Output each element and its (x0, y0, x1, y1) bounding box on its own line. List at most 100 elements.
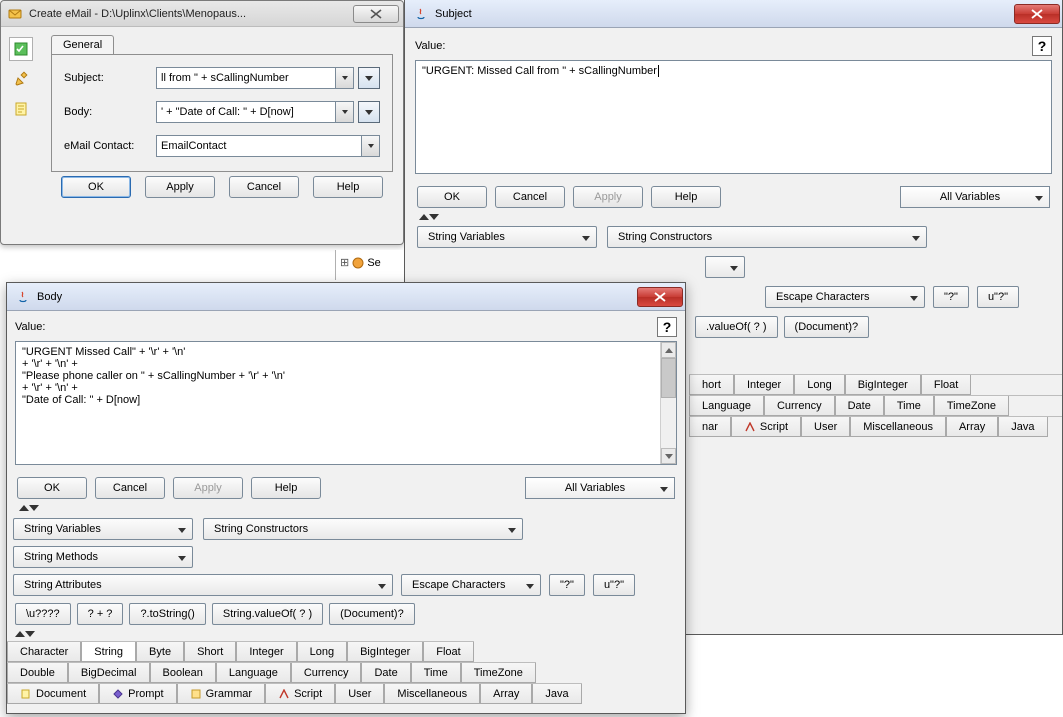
body-combo[interactable] (156, 101, 354, 123)
tab-grammar-partial[interactable]: nar (689, 417, 731, 437)
ok-button[interactable]: OK (417, 186, 487, 208)
expand-collapse-icon[interactable] (13, 629, 679, 639)
help-button[interactable]: Help (313, 176, 383, 198)
titlebar[interactable]: Create eMail - D:\Uplinx\Clients\Menopau… (1, 1, 403, 27)
tab-java[interactable]: Java (532, 684, 581, 704)
tab-time[interactable]: Time (884, 396, 934, 416)
tab-integer[interactable]: Integer (236, 642, 296, 662)
tab-biginteger[interactable]: BigInteger (845, 375, 921, 395)
all-variables-combo[interactable]: All Variables (900, 186, 1050, 208)
expand-collapse-icon[interactable] (15, 503, 677, 513)
help-icon[interactable]: ? (1032, 36, 1052, 56)
expand-body-button[interactable] (358, 101, 380, 123)
subject-input[interactable] (156, 67, 336, 89)
tab-general[interactable]: General (51, 35, 114, 54)
tab-script[interactable]: Script (265, 684, 335, 704)
tab-time[interactable]: Time (411, 663, 461, 683)
apply-button[interactable]: Apply (145, 176, 215, 198)
string-variables-drop[interactable]: String Variables (13, 518, 193, 540)
help-button[interactable]: Help (651, 186, 721, 208)
tab-currency[interactable]: Currency (291, 663, 362, 683)
scroll-up-icon[interactable] (661, 342, 676, 358)
tab-array[interactable]: Array (480, 684, 532, 704)
expand-subject-button[interactable] (358, 67, 380, 89)
tab-bigdecimal[interactable]: BigDecimal (68, 663, 150, 683)
string-valueof-button[interactable]: String.valueOf( ? ) (212, 603, 323, 625)
email-contact-combo[interactable] (156, 135, 380, 157)
string-methods-drop[interactable]: String Methods (13, 546, 193, 568)
close-button[interactable] (353, 5, 399, 23)
tostring-button[interactable]: ?.toString() (129, 603, 205, 625)
document-button[interactable]: (Document)? (784, 316, 870, 338)
rules-icon[interactable] (9, 37, 33, 61)
plus-button[interactable]: ? + ? (77, 603, 124, 625)
tab-script[interactable]: Script (731, 417, 801, 437)
document-button[interactable]: (Document)? (329, 603, 415, 625)
quoted-q-button[interactable]: "?" (549, 574, 585, 596)
tab-language[interactable]: Language (689, 396, 764, 416)
tab-date[interactable]: Date (835, 396, 884, 416)
tab-biginteger[interactable]: BigInteger (347, 642, 423, 662)
chevron-down-icon[interactable] (336, 67, 354, 89)
tab-date[interactable]: Date (361, 663, 410, 683)
string-variables-drop[interactable]: String Variables (417, 226, 597, 248)
cancel-button[interactable]: Cancel (95, 477, 165, 499)
unicode-button[interactable]: \u???? (15, 603, 71, 625)
scroll-thumb[interactable] (661, 358, 676, 398)
apply-button[interactable]: Apply (573, 186, 643, 208)
quoted-q-button[interactable]: "?" (933, 286, 969, 308)
value-of-button[interactable]: .valueOf( ? ) (695, 316, 778, 338)
tab-miscellaneous[interactable]: Miscellaneous (850, 417, 946, 437)
tab-long[interactable]: Long (297, 642, 347, 662)
tab-timezone[interactable]: TimeZone (461, 663, 536, 683)
tab-document[interactable]: Document (7, 684, 99, 704)
apply-button[interactable]: Apply (173, 477, 243, 499)
tab-character[interactable]: Character (7, 642, 81, 662)
u-quoted-q-button[interactable]: u"?" (977, 286, 1019, 308)
edit-icon[interactable] (9, 67, 33, 91)
tab-user[interactable]: User (801, 417, 850, 437)
tab-float[interactable]: Float (921, 375, 971, 395)
escape-characters-drop[interactable]: Escape Characters (765, 286, 925, 308)
scrollbar[interactable] (660, 342, 676, 464)
tiny-drop[interactable] (705, 256, 745, 278)
tab-grammar[interactable]: Grammar (177, 684, 265, 704)
subject-value-textarea[interactable]: "URGENT: Missed Call from " + sCallingNu… (415, 60, 1052, 174)
close-button[interactable] (637, 287, 683, 307)
help-icon[interactable]: ? (657, 317, 677, 337)
titlebar[interactable]: Subject (405, 0, 1062, 28)
tab-user[interactable]: User (335, 684, 384, 704)
tab-array[interactable]: Array (946, 417, 998, 437)
email-contact-input[interactable] (156, 135, 362, 157)
tree-item-label[interactable]: Se (367, 257, 380, 269)
chevron-down-icon[interactable] (362, 135, 380, 157)
close-button[interactable] (1014, 4, 1060, 24)
tab-short-partial[interactable]: hort (689, 375, 734, 395)
tab-prompt[interactable]: Prompt (99, 684, 176, 704)
string-constructors-drop[interactable]: String Constructors (203, 518, 523, 540)
chevron-down-icon[interactable] (336, 101, 354, 123)
ok-button[interactable]: OK (61, 176, 131, 198)
tab-timezone[interactable]: TimeZone (934, 396, 1009, 416)
help-button[interactable]: Help (251, 477, 321, 499)
tab-short[interactable]: Short (184, 642, 236, 662)
cancel-button[interactable]: Cancel (229, 176, 299, 198)
string-attributes-drop[interactable]: String Attributes (13, 574, 393, 596)
body-input[interactable] (156, 101, 336, 123)
string-constructors-drop[interactable]: String Constructors (607, 226, 927, 248)
scroll-down-icon[interactable] (661, 448, 676, 464)
tab-string[interactable]: String (81, 642, 136, 662)
all-variables-combo[interactable]: All Variables (525, 477, 675, 499)
tab-miscellaneous[interactable]: Miscellaneous (384, 684, 480, 704)
note-icon[interactable] (9, 97, 33, 121)
tab-language[interactable]: Language (216, 663, 291, 683)
ok-button[interactable]: OK (17, 477, 87, 499)
tab-java[interactable]: Java (998, 417, 1047, 437)
cancel-button[interactable]: Cancel (495, 186, 565, 208)
titlebar[interactable]: Body (7, 283, 685, 311)
tab-float[interactable]: Float (423, 642, 473, 662)
tab-double[interactable]: Double (7, 663, 68, 683)
tab-long[interactable]: Long (794, 375, 844, 395)
tab-boolean[interactable]: Boolean (150, 663, 216, 683)
tab-currency[interactable]: Currency (764, 396, 835, 416)
